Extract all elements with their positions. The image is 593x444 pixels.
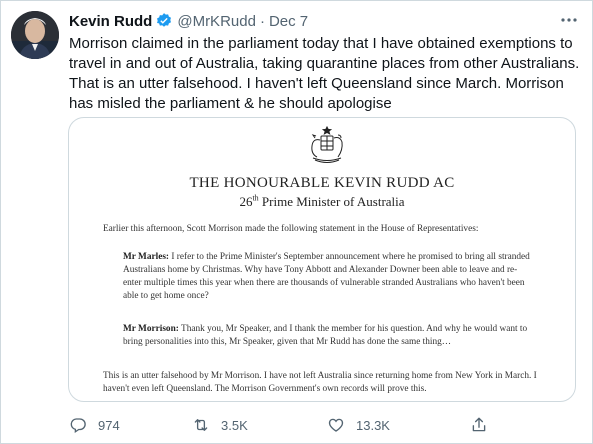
quote-speaker-morrison: Mr Morrison: — [123, 324, 179, 334]
reply-icon — [70, 418, 86, 434]
share-icon — [472, 417, 486, 432]
quote-text-morrison: Thank you, Mr Speaker, and I thank the m… — [123, 324, 528, 347]
quote-speaker-marles: Mr Marles: — [123, 252, 170, 262]
subtitle-rest: Prime Minister of Australia — [258, 194, 405, 209]
like-button[interactable]: 13.3K — [327, 415, 390, 435]
retweet-button[interactable]: 3.5K — [192, 415, 248, 435]
coat-of-arms-icon — [307, 124, 347, 166]
separator-dot: · — [259, 12, 265, 30]
tweet-date[interactable]: Dec 7 — [269, 13, 308, 30]
like-count: 13.3K — [356, 417, 390, 433]
retweet-icon — [194, 419, 208, 431]
author-name[interactable]: Kevin Rudd — [69, 13, 152, 30]
more-options-icon[interactable] — [560, 13, 578, 27]
reply-count: 974 — [98, 417, 120, 433]
subtitle-number: 26 — [239, 194, 253, 209]
letter-title: THE HONOURABLE KEVIN RUDD AC — [189, 175, 455, 191]
reply-button[interactable]: 974 — [69, 415, 120, 435]
avatar-photo — [11, 11, 59, 59]
letter-closing: This is an utter falsehood by Mr Morriso… — [103, 371, 537, 394]
letter-quote-marles: Mr Marles: I refer to the Prime Minister… — [123, 251, 533, 303]
heart-icon — [328, 418, 344, 432]
letter-subtitle: 26th Prime Minister of Australia — [69, 194, 575, 210]
verified-badge-icon — [155, 12, 173, 30]
tweet-media-image[interactable]: THE HONOURABLE KEVIN RUDD AC 26th Prime … — [68, 117, 576, 402]
author-handle[interactable]: @MrKRudd — [177, 13, 256, 30]
tweet-text: Morrison claimed in the parliament today… — [69, 35, 580, 112]
share-button[interactable] — [470, 415, 499, 435]
letter-quote-morrison: Mr Morrison: Thank you, Mr Speaker, and … — [123, 323, 533, 349]
quote-text-marles: I refer to the Prime Minister's Septembe… — [123, 252, 530, 301]
retweet-count: 3.5K — [221, 417, 248, 433]
tweet-action-bar: 974 3.5K 13.3K — [69, 415, 584, 435]
letter-intro: Earlier this afternoon, Scott Morrison m… — [103, 224, 479, 234]
tweet-container: Kevin Rudd @MrKRudd · Dec 7 Morrison cla… — [0, 0, 593, 444]
tweet-header: Kevin Rudd @MrKRudd · Dec 7 — [69, 11, 308, 31]
avatar[interactable] — [11, 11, 59, 59]
